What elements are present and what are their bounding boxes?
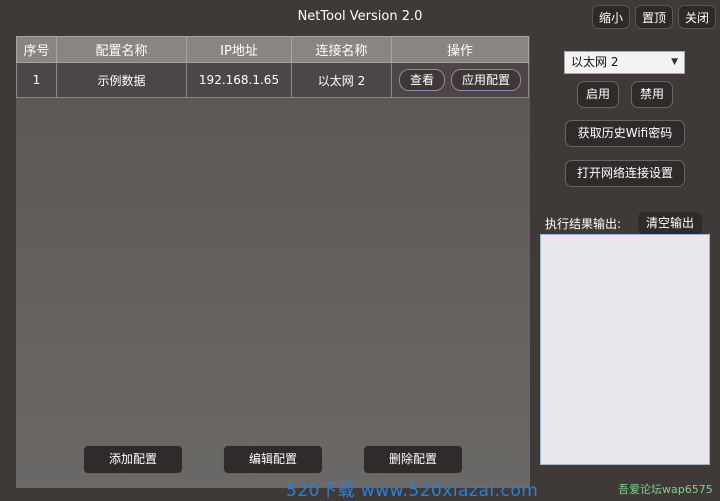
row-config-name: 示例数据 [56, 62, 187, 98]
row-connection: 以太网 2 [291, 62, 392, 98]
edit-config-button[interactable]: 编辑配置 [223, 445, 323, 474]
title-bar: NetTool Version 2.0 缩小 置顶 关闭 [0, 0, 720, 34]
header-connection: 连接名称 [291, 36, 392, 63]
chevron-down-icon: ▼ [671, 57, 678, 67]
clear-output-button[interactable]: 清空输出 [638, 212, 702, 235]
open-network-settings-button[interactable]: 打开网络连接设置 [565, 160, 685, 187]
header-ip: IP地址 [186, 36, 292, 63]
forum-watermark: 吾爱论坛wap6575 [618, 483, 713, 496]
header-actions: 操作 [391, 36, 529, 63]
output-label: 执行结果输出: [545, 217, 622, 231]
minimize-button[interactable]: 缩小 [591, 5, 630, 29]
table-header-row: 序号 配置名称 IP地址 连接名称 操作 [16, 36, 529, 63]
bottom-actions: 添加配置 编辑配置 删除配置 [83, 445, 463, 474]
get-wifi-passwords-button[interactable]: 获取历史Wifi密码 [565, 120, 685, 147]
row-ip: 192.168.1.65 [186, 62, 292, 98]
header-index: 序号 [16, 36, 57, 63]
enable-button[interactable]: 启用 [577, 81, 619, 108]
pin-button[interactable]: 置顶 [634, 5, 673, 29]
close-button[interactable]: 关闭 [677, 5, 716, 29]
delete-config-button[interactable]: 删除配置 [363, 445, 463, 474]
adapter-select-value: 以太网 2 [571, 55, 619, 69]
header-config-name: 配置名称 [56, 36, 187, 63]
row-actions: 查看 应用配置 [391, 62, 529, 98]
config-table: 序号 配置名称 IP地址 连接名称 操作 1 示例数据 192.168.1.65… [16, 36, 529, 98]
apply-config-button[interactable]: 应用配置 [451, 69, 522, 91]
window-controls: 缩小 置顶 关闭 [591, 5, 716, 29]
site-watermark: 520下载 www.520xiazai.com [286, 481, 539, 501]
row-index: 1 [16, 62, 57, 98]
adapter-select[interactable]: 以太网 2 ▼ [564, 51, 685, 74]
disable-button[interactable]: 禁用 [631, 81, 673, 108]
output-textarea[interactable] [540, 234, 710, 465]
table-row[interactable]: 1 示例数据 192.168.1.65 以太网 2 查看 应用配置 [16, 62, 529, 98]
add-config-button[interactable]: 添加配置 [83, 445, 183, 474]
view-button[interactable]: 查看 [398, 69, 445, 91]
config-panel: 序号 配置名称 IP地址 连接名称 操作 1 示例数据 192.168.1.65… [16, 36, 530, 488]
